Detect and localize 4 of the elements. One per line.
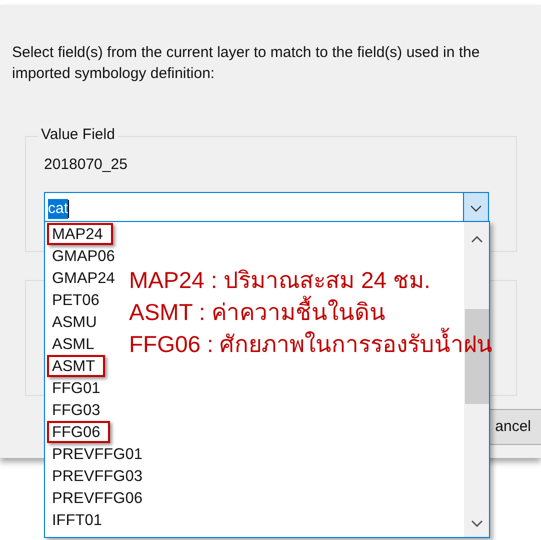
annotation-text: MAP24 : ปริมาณสะสม 24 ชม. (129, 266, 432, 295)
instruction-text: Select field(s) from the current layer to match to the field(s) used in the imported symbology definition: (12, 43, 481, 84)
value-field-name: 2018070_25 (44, 155, 128, 175)
annotation-text: ASMT : ค่าความชื้นในดิน (129, 296, 493, 328)
